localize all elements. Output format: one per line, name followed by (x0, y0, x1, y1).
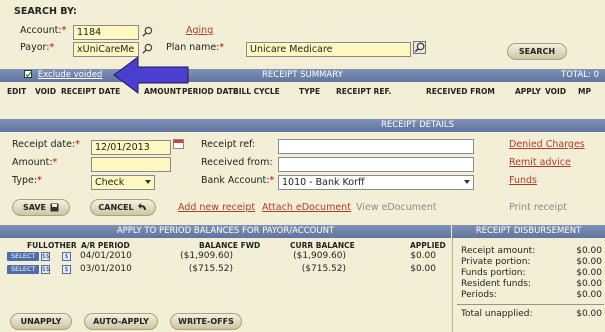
type-label: Type:* (12, 175, 42, 186)
denied-charges-link[interactable]: Denied Charges (509, 139, 585, 150)
other-apply-button[interactable]: $ (62, 252, 71, 261)
select-button[interactable]: SELECT (7, 252, 40, 261)
attach-edocument-link[interactable]: Attach eDocument (262, 202, 351, 213)
total-unapplied-row: Total unapplied: $0.00 (461, 309, 602, 319)
plan-search-icon[interactable] (413, 41, 426, 54)
disbursement-row: Funds portion: $0.00 (461, 268, 602, 278)
account-label: Account:* (20, 25, 67, 36)
curr-balance-cell: ($715.52) (301, 264, 346, 274)
apply-col-applied: APPLIED (410, 241, 446, 250)
receipt-ref-label: Receipt ref: (201, 139, 256, 150)
summary-col-amount: AMOUNT (144, 87, 182, 96)
apply-section-bar: APPLY TO PERIOD BALANCES FOR PAYOR/ACCOU… (0, 225, 451, 238)
receipt-details-bar: RECEIPT DETAILS (0, 119, 605, 132)
plan-name-input[interactable]: Unicare Medicare (246, 42, 411, 57)
payor-search-icon[interactable] (142, 43, 153, 54)
write-offs-button[interactable]: WRITE-OFFS (170, 313, 242, 330)
select-button[interactable]: SELECT (7, 265, 40, 274)
receipt-summary-title: RECEIPT SUMMARY (262, 70, 343, 80)
summary-col-void: VOID (35, 87, 57, 96)
search-button[interactable]: SEARCH (507, 43, 567, 60)
exclude-voided-toggle[interactable]: Exclude voided (24, 69, 102, 82)
disbursement-bar: RECEIPT DISBURSEMENT (452, 225, 605, 238)
ar-period-cell: 04/01/2010 (80, 251, 132, 261)
chevron-down-icon (145, 180, 151, 184)
exclude-voided-checkbox[interactable] (24, 69, 32, 78)
floppy-disk-icon (50, 203, 59, 212)
add-new-receipt-link[interactable]: Add new receipt (178, 202, 255, 213)
bank-account-select[interactable]: 1010 - Bank Korff (278, 175, 474, 190)
summary-col-edit: EDIT (7, 87, 27, 96)
chevron-down-icon (464, 180, 470, 184)
apply-col-curr-balance: CURR BALANCE (290, 241, 355, 250)
apply-col-full: FULL (27, 241, 48, 250)
aging-link[interactable]: Aging (186, 25, 213, 36)
received-from-input[interactable] (278, 157, 474, 172)
curr-balance-cell: ($1,909.60) (293, 251, 346, 261)
apply-col-balance-fwd: BALANCE FWD (199, 241, 261, 250)
balance-fwd-cell: ($715.52) (188, 264, 233, 274)
disbursement-title: RECEIPT DISBURSEMENT (475, 226, 582, 236)
auto-apply-button[interactable]: AUTO-APPLY (84, 313, 158, 330)
payor-label: Payor:* (20, 42, 55, 53)
disbursement-row: Resident funds: $0.00 (461, 279, 602, 289)
summary-col-receipt-date: RECEIPT DATE (61, 87, 121, 96)
applied-cell: $0.00 (410, 264, 436, 274)
unapply-button[interactable]: UNAPPLY (10, 313, 72, 330)
summary-col-bill-cycle: BILL CYCLE (233, 87, 280, 96)
table-row: SELECT $$ $ 04/01/2010 ($1,909.60) ($1,9… (7, 251, 447, 263)
full-apply-button[interactable]: $$ (41, 252, 50, 261)
amount-label: Amount:* (12, 157, 58, 168)
other-apply-button[interactable]: $ (62, 265, 71, 274)
summary-col-type: TYPE (299, 87, 321, 96)
account-input[interactable]: 1184 (73, 25, 139, 40)
summary-col-void2: VOID (545, 87, 567, 96)
balance-fwd-cell: ($1,909.60) (180, 251, 233, 261)
account-search-icon[interactable] (142, 26, 153, 37)
apply-section-title: APPLY TO PERIOD BALANCES FOR PAYOR/ACCOU… (116, 226, 335, 236)
receipt-date-input[interactable]: 12/01/2013 (91, 140, 171, 155)
disbursement-row: Periods: $0.00 (461, 290, 602, 300)
save-button[interactable]: SAVE (12, 199, 70, 216)
summary-col-received-from: RECEIVED FROM (426, 87, 495, 96)
received-from-label: Received from: (201, 157, 273, 168)
apply-col-ar-period: A/R PERIOD (81, 241, 130, 250)
apply-col-other: OTHER (48, 241, 77, 250)
amount-input[interactable] (91, 157, 171, 172)
cancel-button[interactable]: CANCEL (90, 199, 156, 216)
receipt-date-label: Receipt date:* (12, 139, 80, 150)
divider (457, 304, 604, 305)
full-apply-button[interactable]: $$ (41, 265, 50, 274)
calendar-icon[interactable] (173, 139, 184, 149)
receipt-summary-total: TOTAL: 0 (561, 70, 599, 80)
receipt-details-title: RECEIPT DETAILS (381, 120, 455, 130)
search-heading: SEARCH BY: (14, 6, 77, 17)
summary-col-mp: MP (578, 87, 591, 96)
receipt-summary-bar: Exclude voided RECEIPT SUMMARY TOTAL: 0 (0, 69, 605, 82)
print-receipt-link: Print receipt (509, 202, 567, 213)
undo-icon (137, 203, 146, 210)
disbursement-row: Private portion: $0.00 (461, 257, 602, 267)
checkmark-icon (25, 70, 32, 77)
summary-col-receipt-ref: RECEIPT REF. (336, 87, 392, 96)
view-edocument-link: View eDocument (356, 202, 437, 213)
table-row: SELECT $$ $ 03/01/2010 ($715.52) ($715.5… (7, 264, 447, 276)
disbursement-panel: Receipt amount: $0.00 Private portion: $0.… (452, 238, 605, 332)
type-select[interactable]: Check (91, 175, 155, 190)
receipt-ref-input[interactable] (278, 139, 474, 154)
disbursement-row: Receipt amount: $0.00 (461, 246, 602, 256)
funds-link[interactable]: Funds (509, 175, 537, 186)
summary-col-period-date: PERIOD DATE (182, 87, 239, 96)
plan-name-label: Plan name:* (166, 42, 225, 53)
remit-advice-link[interactable]: Remit advice (509, 157, 571, 168)
applied-cell: $0.00 (410, 251, 436, 261)
ar-period-cell: 03/01/2010 (80, 264, 132, 274)
summary-col-apply: APPLY (515, 87, 541, 96)
bank-account-label: Bank Account:* (201, 175, 275, 186)
exclude-voided-label: Exclude voided (37, 70, 103, 80)
